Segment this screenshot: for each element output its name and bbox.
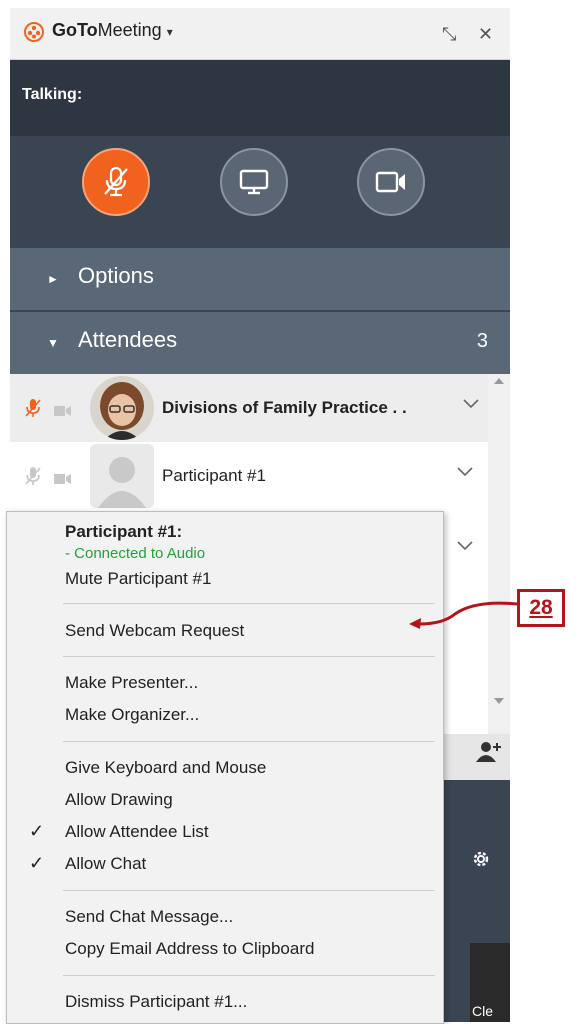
attendees-count: 3 [476, 330, 488, 352]
video-thumbnail[interactable]: Cle [470, 943, 510, 1022]
app-title-regular: Meeting [97, 20, 162, 40]
menu-item-allow-attendee-list[interactable]: Allow Attendee List [65, 822, 209, 842]
audio-status: - Connected to Audio [65, 545, 206, 562]
avatar [90, 444, 154, 508]
expand-arrow-icon: ► [47, 272, 59, 286]
restore-icon[interactable]: ⤡ [442, 24, 456, 45]
callout-badge: 28 [517, 589, 565, 627]
gear-icon[interactable] [470, 848, 492, 870]
callout-arrow-icon [409, 601, 518, 629]
app-title[interactable]: GoToMeeting ▾ [52, 20, 173, 41]
add-user-icon[interactable] [476, 741, 502, 763]
attendee-row[interactable]: Divisions of Family Practice . . [10, 374, 488, 442]
thumbnail-text: Cle [472, 1003, 494, 1019]
menu-separator [63, 656, 435, 657]
webcam-icon [54, 406, 71, 416]
menu-item-send-webcam-request[interactable]: Send Webcam Request [65, 621, 244, 641]
scrollbar[interactable] [488, 374, 510, 734]
check-icon: ✓ [29, 821, 45, 841]
chevron-down-icon[interactable] [456, 540, 474, 552]
scroll-down-icon[interactable] [494, 698, 504, 704]
app-title-bold: GoTo [52, 20, 98, 40]
talking-bar: Talking: [10, 60, 510, 136]
attendee-row[interactable]: Participant #1 [10, 442, 488, 510]
chevron-down-icon[interactable] [462, 398, 480, 410]
scroll-up-icon[interactable] [494, 378, 504, 384]
attendees-label: Attendees [78, 327, 178, 352]
webcam-icon [54, 474, 71, 484]
mic-muted-icon [25, 467, 41, 485]
menu-header: Participant #1: [65, 522, 183, 541]
options-label: Options [78, 263, 154, 288]
menu-item-send-chat-message[interactable]: Send Chat Message... [65, 907, 233, 927]
menu-separator [63, 741, 435, 742]
title-bar: GoToMeeting ▾ ⤡ ✕ [10, 8, 510, 60]
attendee-name: Divisions of Family Practice . . [162, 398, 407, 417]
menu-item-allow-drawing[interactable]: Allow Drawing [65, 790, 173, 810]
menu-item-make-presenter[interactable]: Make Presenter... [65, 673, 198, 693]
webcam-icon [375, 171, 405, 193]
attendee-name: Participant #1 [162, 466, 266, 485]
menu-separator [63, 890, 435, 891]
collapse-arrow-icon: ▼ [47, 336, 59, 350]
check-icon: ✓ [29, 853, 45, 873]
menu-item-allow-chat[interactable]: Allow Chat [65, 854, 146, 874]
screen-share-button[interactable] [220, 148, 288, 216]
close-icon[interactable]: ✕ [478, 24, 493, 45]
gotomeeting-logo-icon [24, 22, 44, 42]
mic-muted-icon [25, 399, 41, 417]
title-caret-icon: ▾ [166, 25, 173, 39]
options-section[interactable]: ► Options [10, 248, 510, 310]
menu-separator [63, 603, 435, 604]
attendees-section[interactable]: ▼ Attendees 3 [10, 312, 510, 374]
participant-context-menu: Participant #1: - Connected to Audio Mut… [6, 511, 444, 1024]
callout-number: 28 [529, 596, 553, 619]
menu-item-mute[interactable]: Mute Participant #1 [65, 569, 211, 589]
mic-muted-icon [104, 166, 128, 197]
webcam-button[interactable] [357, 148, 425, 216]
talking-label: Talking: [22, 86, 83, 103]
chevron-down-icon[interactable] [456, 466, 474, 478]
menu-item-make-organizer[interactable]: Make Organizer... [65, 705, 199, 725]
menu-item-dismiss-participant[interactable]: Dismiss Participant #1... [65, 992, 247, 1012]
mute-button[interactable] [82, 148, 150, 216]
screen-share-icon [239, 169, 269, 195]
control-buttons [10, 136, 510, 248]
menu-separator [63, 975, 435, 976]
menu-item-give-keyboard-mouse[interactable]: Give Keyboard and Mouse [65, 758, 266, 778]
avatar [90, 376, 154, 440]
menu-item-copy-email[interactable]: Copy Email Address to Clipboard [65, 939, 314, 959]
